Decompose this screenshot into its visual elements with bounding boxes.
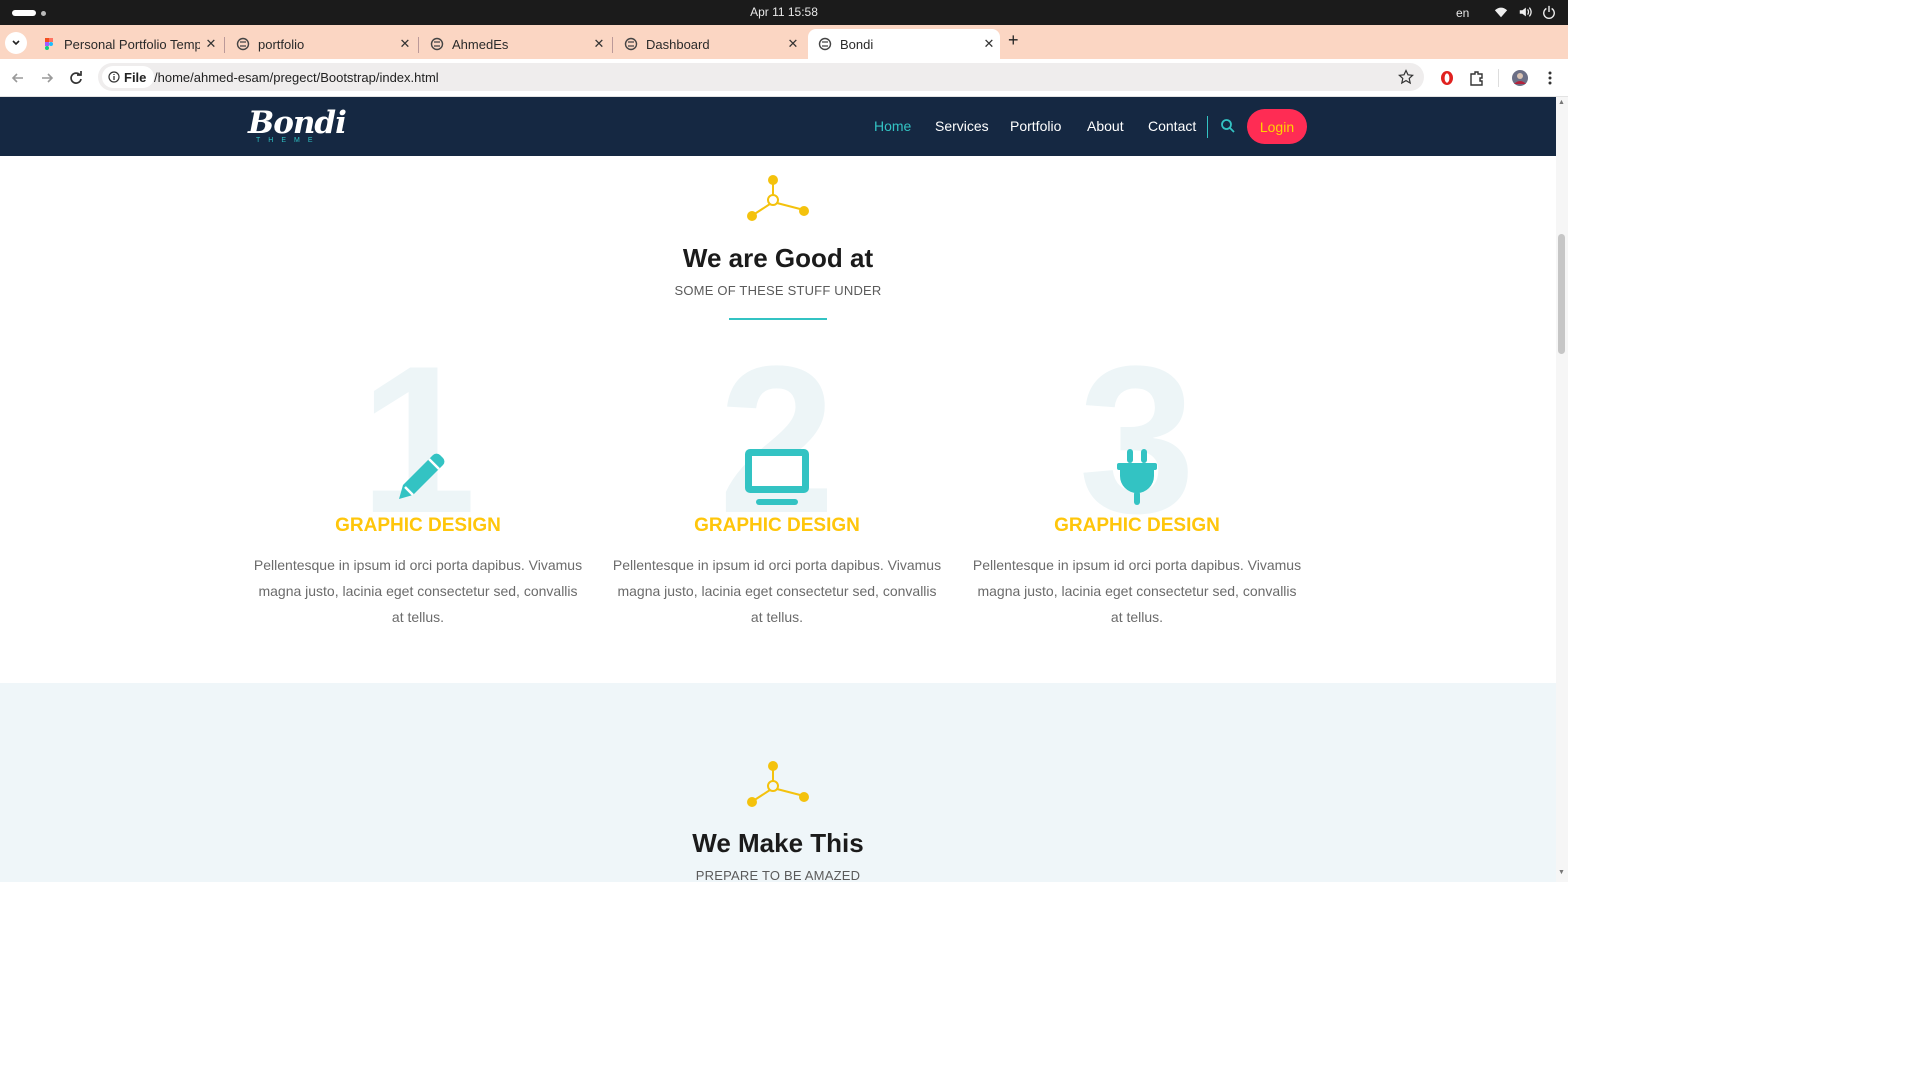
nav-services[interactable]: Services [935,118,989,134]
reload-icon[interactable] [67,69,85,87]
nav-contact[interactable]: Contact [1148,118,1196,134]
tab-title: Dashboard [646,36,710,52]
site-info-label: File [124,69,147,85]
back-icon[interactable] [9,69,27,87]
globe-icon [818,37,832,51]
site-navbar: Bondi THEME Home Services Portfolio Abou… [0,97,1556,156]
tab-title: AhmedEs [452,36,509,52]
search-icon[interactable] [1220,118,1236,134]
services-underline [729,318,827,320]
feature-title: GRAPHIC DESIGN [694,515,860,536]
globe-icon [624,37,638,51]
tab-close-button[interactable]: ✕ [782,36,804,52]
nav-about[interactable]: About [1087,118,1124,134]
globe-icon [236,37,250,51]
feature-number: 1 [359,322,477,557]
nav-portfolio[interactable]: Portfolio [1010,118,1061,134]
portfolio-section: We Make This PREPARE TO BE AMAZED [0,683,1556,882]
tab-separator [612,37,613,53]
molecule-icon [747,761,809,807]
volume-icon [1519,7,1532,17]
os-clock[interactable]: Apr 11 15:58 [0,5,1568,19]
wifi-icon [1494,7,1508,18]
tab-personal-portfolio[interactable]: Personal Portfolio Templ ✕ [32,29,222,59]
power-icon [1543,5,1555,19]
address-bar[interactable]: File /home/ahmed-esam/pregect/Bootstrap/… [98,63,1424,91]
feature-text: Pellentesque in ipsum id orci porta dapi… [253,557,583,625]
chevron-down-icon [12,40,20,46]
browser-toolbar: File /home/ahmed-esam/pregect/Bootstrap/… [0,59,1568,97]
site-logo[interactable]: Bondi [248,105,347,141]
pencil-icon [399,453,445,499]
tab-dashboard[interactable]: Dashboard ✕ [614,29,804,59]
extensions-puzzle-icon[interactable] [1468,69,1486,87]
login-button[interactable]: Login [1247,109,1307,144]
scroll-down-arrow[interactable]: ▼ [1558,869,1565,876]
services-subtitle: SOME OF THESE STUFF UNDER [674,283,882,298]
tab-title: portfolio [258,36,305,52]
feature-number: 2 [718,322,836,557]
web-page: Bondi THEME Home Services Portfolio Abou… [0,97,1556,882]
page-scrollbar[interactable]: ▲ ▼ [1556,97,1568,882]
services-title: We are Good at [682,243,874,273]
monitor-icon [745,449,809,505]
url-text[interactable]: /home/ahmed-esam/pregect/Bootstrap/index… [154,70,439,85]
molecule-icon [747,175,809,221]
tab-ahmedes[interactable]: AhmedEs ✕ [420,29,610,59]
plug-icon [1117,449,1157,505]
scrollbar-thumb[interactable] [1558,234,1565,354]
tab-close-button[interactable]: ✕ [978,36,1000,52]
feature-title: GRAPHIC DESIGN [1054,515,1220,536]
tab-close-button[interactable]: ✕ [394,36,416,52]
feature-text: Pellentesque in ipsum id orci porta dapi… [612,557,942,625]
browser-tab-strip: Personal Portfolio Templ ✕ portfolio ✕ A… [0,25,1568,59]
tab-close-button[interactable]: ✕ [588,36,610,52]
more-menu-icon[interactable] [1541,69,1559,87]
globe-icon [430,37,444,51]
tab-search-button[interactable] [5,32,27,54]
profile-avatar-icon[interactable] [1511,69,1529,87]
tab-portfolio[interactable]: portfolio ✕ [226,29,416,59]
nav-home[interactable]: Home [874,118,911,134]
site-logo-sub: THEME [256,137,321,144]
portfolio-title: We Make This [692,828,864,858]
toolbar-divider [1498,69,1499,87]
site-info-chip[interactable]: File [102,66,155,88]
feature-title: GRAPHIC DESIGN [335,515,501,536]
forward-icon[interactable] [38,69,56,87]
os-top-bar: Apr 11 15:58 en [0,0,1568,25]
tab-title: Personal Portfolio Templ [64,36,200,52]
bookmark-star-icon[interactable] [1398,69,1414,85]
nav-divider [1207,116,1208,138]
tab-separator [224,37,225,53]
scroll-up-arrow[interactable]: ▲ [1558,99,1565,106]
tab-separator [418,37,419,53]
tab-bondi[interactable]: Bondi ✕ [808,29,1000,59]
system-tray[interactable] [1494,5,1556,19]
tab-close-button[interactable]: ✕ [200,36,222,52]
feature-text: Pellentesque in ipsum id orci porta dapi… [972,557,1302,625]
tab-title: Bondi [840,36,874,52]
opera-extension-icon[interactable] [1438,69,1456,87]
info-icon [108,71,120,83]
portfolio-subtitle: PREPARE TO BE AMAZED [695,868,861,882]
feature-number: 3 [1078,322,1196,557]
figma-icon [45,38,53,50]
keyboard-language[interactable]: en [1456,6,1469,20]
new-tab-button[interactable]: + [1008,30,1019,51]
